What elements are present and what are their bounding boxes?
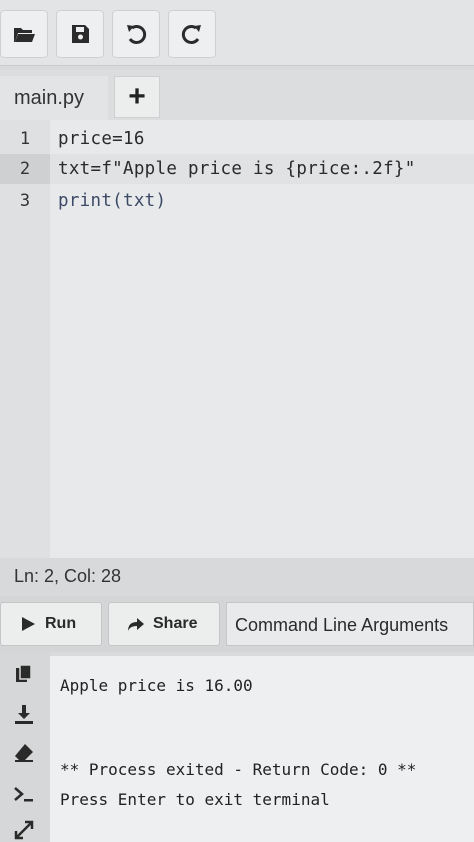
tab-bar: main.py +: [0, 70, 474, 120]
undo-button[interactable]: [112, 10, 160, 58]
eraser-icon: [15, 744, 33, 762]
run-button[interactable]: Run: [0, 602, 102, 646]
code-line: print(txt): [58, 191, 167, 211]
download-icon: [15, 705, 33, 724]
expand-icon: [14, 820, 34, 840]
code-line: price=16: [58, 129, 145, 149]
redo-icon: [181, 25, 201, 44]
copy-output-button[interactable]: [12, 662, 36, 686]
line-number: 3: [19, 191, 31, 211]
terminal-side-toolbar: [0, 652, 50, 842]
output-terminal[interactable]: Apple price is 16.00 ** Process exited -…: [50, 656, 474, 842]
add-file-button[interactable]: +: [114, 76, 160, 118]
code-line: txt=f"Apple price is {price:.2f}": [58, 159, 416, 179]
share-button[interactable]: Share: [108, 602, 220, 646]
line-number-gutter: 1 2 3: [0, 120, 50, 558]
command-line-arguments-input[interactable]: Command Line Arguments: [226, 602, 474, 646]
undo-icon: [127, 25, 147, 44]
open-file-button[interactable]: [0, 10, 48, 58]
terminal-output-line: Apple price is 16.00: [60, 676, 253, 695]
line-number: 2: [0, 154, 50, 184]
tab-main-py[interactable]: main.py: [0, 76, 108, 120]
copy-icon: [16, 664, 32, 682]
line-number: 1: [19, 129, 31, 149]
expand-terminal-button[interactable]: [12, 818, 36, 842]
save-button[interactable]: [56, 10, 104, 58]
download-output-button[interactable]: [12, 702, 36, 726]
code-editor[interactable]: 1 2 3 price=16 txt=f"Apple price is {pri…: [0, 120, 474, 558]
terminal-prompt-icon: [14, 787, 33, 802]
save-icon: [72, 25, 89, 43]
terminal-exit-message: ** Process exited - Return Code: 0 **: [60, 760, 417, 779]
open-folder-icon: [14, 28, 35, 42]
share-arrow-icon: [128, 618, 144, 631]
cursor-position-status: Ln: 2, Col: 28: [0, 558, 474, 594]
action-bar: Run Share Command Line Arguments: [0, 596, 474, 652]
share-label: Share: [153, 615, 198, 632]
clear-output-button[interactable]: [12, 740, 36, 764]
run-label: Run: [45, 615, 77, 632]
terminal-button[interactable]: [12, 782, 36, 806]
terminal-prompt-line: Press Enter to exit terminal: [60, 790, 330, 809]
play-icon: [22, 617, 35, 631]
redo-button[interactable]: [168, 10, 216, 58]
top-toolbar: [0, 0, 474, 66]
